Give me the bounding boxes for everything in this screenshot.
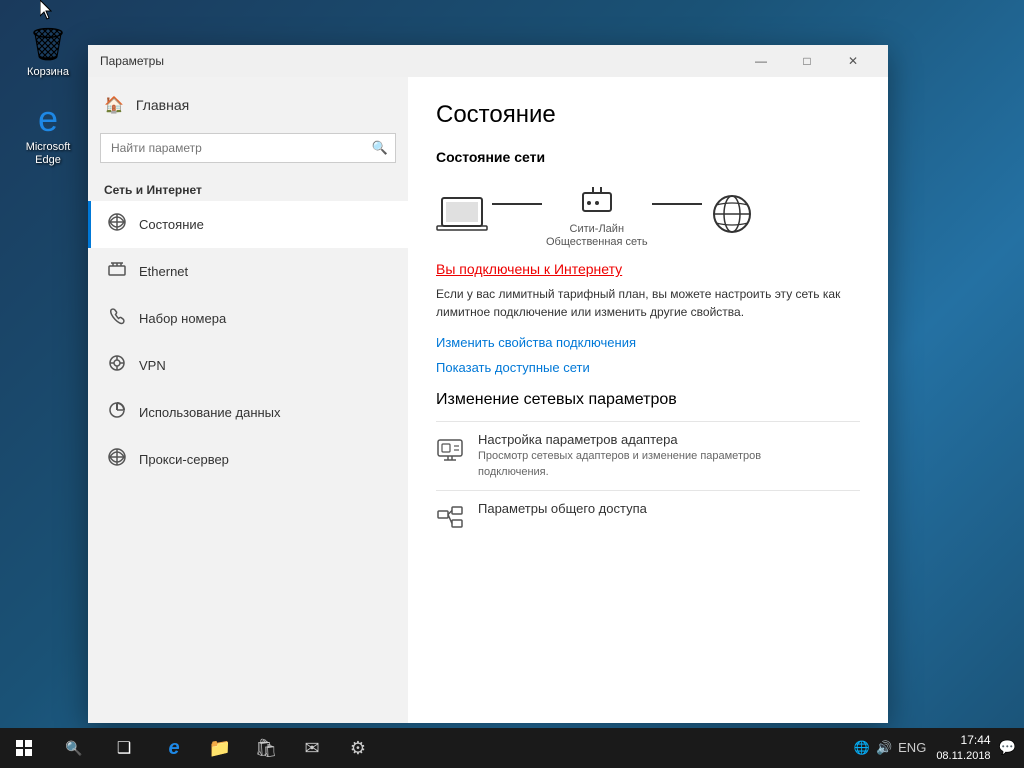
- network-diagram: Сити-Лайн Общественная сеть: [436, 179, 860, 249]
- desktop-icon-recycle[interactable]: 🗑 Корзина: [12, 20, 84, 83]
- sidebar-item-status[interactable]: Состояние: [88, 201, 408, 248]
- edge-icon: e: [28, 99, 68, 139]
- datausage-nav-icon: [107, 401, 127, 424]
- dialup-nav-label: Набор номера: [139, 311, 226, 326]
- maximize-button[interactable]: □: [784, 45, 830, 77]
- taskbar-settings-button[interactable]: ⚙: [336, 728, 380, 768]
- status-nav-label: Состояние: [139, 217, 204, 232]
- router-icon: [579, 179, 615, 219]
- taskbar-lang-label: ENG: [898, 740, 926, 755]
- adapter-title: Настройка параметров адаптера: [478, 432, 828, 447]
- network-status-section-title: Состояние сети: [436, 149, 860, 165]
- home-label: Главная: [136, 97, 189, 113]
- time-display: 17:44: [936, 733, 990, 749]
- router-node: Сити-Лайн Общественная сеть: [546, 179, 648, 249]
- laptop-icon: [436, 194, 488, 234]
- search-button[interactable]: 🔍: [50, 728, 98, 768]
- taskbar-mail-button[interactable]: ✉: [290, 728, 334, 768]
- adapter-icon: [436, 434, 464, 469]
- minimize-button[interactable]: —: [738, 45, 784, 77]
- mouse-cursor: [40, 0, 52, 20]
- search-input[interactable]: [100, 133, 396, 163]
- ethernet-nav-label: Ethernet: [139, 264, 188, 279]
- sidebar-item-datausage[interactable]: Использование данных: [88, 389, 408, 436]
- taskbar-edge-button[interactable]: e: [152, 728, 196, 768]
- taskbar-volume-icon: 🔊: [876, 740, 892, 756]
- vpn-nav-icon: [107, 354, 127, 377]
- search-container: 🔍: [100, 133, 396, 163]
- taskbar-sys-icons: 🌐 🔊 ENG: [848, 740, 933, 756]
- globe-icon: [706, 194, 758, 234]
- recycle-bin-icon: 🗑: [28, 24, 68, 64]
- desktop: 🗑 Корзина e Microsoft Edge Параметры — □…: [0, 0, 1024, 768]
- router-label1: Сити-Лайн Общественная сеть: [546, 223, 648, 249]
- sharing-icon: [436, 503, 464, 538]
- change-settings-section-title: Изменение сетевых параметров: [436, 391, 860, 409]
- taskbar-pinned-icons: e 📁 🛍 ✉ ⚙: [152, 728, 380, 768]
- show-networks-link[interactable]: Показать доступные сети: [436, 360, 860, 375]
- sidebar-item-ethernet[interactable]: Ethernet: [88, 248, 408, 295]
- vpn-nav-label: VPN: [139, 358, 166, 373]
- network-line-2: [652, 203, 702, 205]
- taskbar-network-icon: 🌐: [854, 740, 870, 756]
- sidebar: 🏠 Главная 🔍 Сеть и Интернет: [88, 77, 408, 723]
- window-controls: — □ ✕: [738, 45, 876, 77]
- close-button[interactable]: ✕: [830, 45, 876, 77]
- proxy-nav-label: Прокси-сервер: [139, 452, 229, 467]
- sidebar-home-button[interactable]: 🏠 Главная: [88, 85, 408, 125]
- sidebar-item-proxy[interactable]: Прокси-сервер: [88, 436, 408, 483]
- adapter-settings-item[interactable]: Настройка параметров адаптера Просмотр с…: [436, 421, 860, 490]
- settings-window: Параметры — □ ✕ 🏠 Главная 🔍 Сеть и Интер…: [88, 45, 888, 723]
- date-display: 08.11.2018: [936, 749, 990, 763]
- taskbar: 🔍 ❑ e 📁 🛍 ✉ ⚙ 🌐 🔊 ENG 17:44 08.11.2018 💬: [0, 728, 1024, 768]
- taskbar-notification-icon[interactable]: 💬: [995, 739, 1016, 756]
- desktop-icon-edge[interactable]: e Microsoft Edge: [12, 95, 84, 171]
- start-button[interactable]: [0, 728, 48, 768]
- adapter-settings-text: Настройка параметров адаптера Просмотр с…: [478, 432, 828, 480]
- sharing-title: Параметры общего доступа: [478, 501, 647, 516]
- globe-node: [706, 194, 758, 234]
- taskbar-clock[interactable]: 17:44 08.11.2018: [936, 733, 990, 763]
- change-connection-link[interactable]: Изменить свойства подключения: [436, 335, 860, 350]
- network-line-1: [492, 203, 542, 205]
- laptop-node: [436, 194, 488, 234]
- main-content: Состояние Состояние сети: [408, 77, 888, 723]
- taskbar-left: 🔍 ❑: [0, 728, 148, 768]
- sidebar-section-title: Сеть и Интернет: [88, 175, 408, 201]
- recycle-label: Корзина: [27, 66, 69, 79]
- connected-text: Вы подключены к Интернету: [436, 261, 860, 277]
- search-icon: 🔍: [372, 140, 388, 156]
- window-title: Параметры: [100, 54, 738, 68]
- dialup-nav-icon: [107, 307, 127, 330]
- taskbar-right: 🌐 🔊 ENG 17:44 08.11.2018 💬: [848, 733, 1024, 763]
- taskbar-explorer-button[interactable]: 📁: [198, 728, 242, 768]
- connected-desc: Если у вас лимитный тарифный план, вы мо…: [436, 285, 856, 321]
- title-bar: Параметры — □ ✕: [88, 45, 888, 77]
- sidebar-item-dialup[interactable]: Набор номера: [88, 295, 408, 342]
- edge-label: Microsoft Edge: [16, 141, 80, 167]
- sidebar-item-vpn[interactable]: VPN: [88, 342, 408, 389]
- datausage-nav-label: Использование данных: [139, 405, 281, 420]
- window-body: 🏠 Главная 🔍 Сеть и Интернет: [88, 77, 888, 723]
- proxy-nav-icon: [107, 448, 127, 471]
- status-nav-icon: [107, 213, 127, 236]
- sharing-settings-text: Параметры общего доступа: [478, 501, 647, 518]
- task-view-button[interactable]: ❑: [100, 728, 148, 768]
- sharing-settings-item[interactable]: Параметры общего доступа: [436, 490, 860, 548]
- home-icon: 🏠: [104, 95, 124, 115]
- ethernet-nav-icon: [107, 260, 127, 283]
- taskbar-store-button[interactable]: 🛍: [244, 728, 288, 768]
- adapter-desc: Просмотр сетевых адаптеров и изменение п…: [478, 449, 828, 480]
- page-title: Состояние: [436, 101, 860, 129]
